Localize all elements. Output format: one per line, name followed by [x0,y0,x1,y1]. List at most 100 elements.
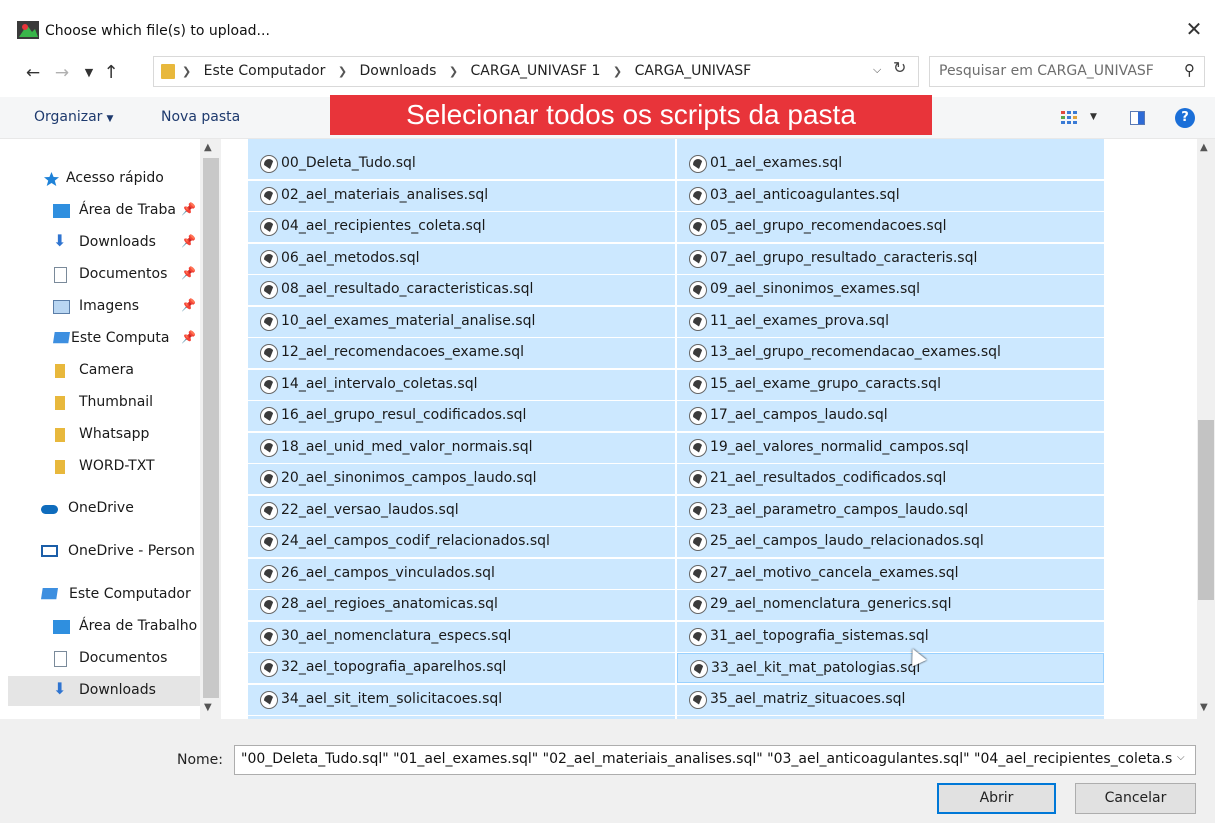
list-item[interactable]: 29_ael_nomenclatura_generics.sql [677,590,1104,620]
list-item[interactable]: 15_ael_exame_grupo_caracts.sql [677,369,1104,400]
cancel-button[interactable]: Cancelar [1075,783,1196,814]
list-item[interactable]: 02_ael_materiais_analises.sql [248,180,675,211]
list-item[interactable]: 33_ael_kit_mat_patologias.sql [677,653,1104,683]
scroll-up-icon[interactable]: ▲ [1200,142,1208,153]
sidebar-item-pictures[interactable]: Imagens 📌 [8,292,200,322]
list-item[interactable]: 27_ael_motivo_cancela_exames.sql [677,558,1104,589]
sql-file-icon [260,596,278,614]
list-item[interactable]: 03_ael_anticoagulantes.sql [677,180,1104,211]
search-input[interactable]: Pesquisar em CARGA_UNIVASF ⚲ [929,56,1205,87]
sidebar-item-whatsapp[interactable]: Whatsapp [8,420,200,450]
breadcrumb-item[interactable]: CARGA_UNIVASF [635,63,752,79]
desktop-icon [53,620,70,634]
sidebar-item-this-pc[interactable]: Este Computador [8,580,200,610]
sidebar-item-thumbnail[interactable]: Thumbnail [8,388,200,418]
sql-file-icon [689,407,707,425]
list-item[interactable]: 18_ael_unid_med_valor_normais.sql [248,432,675,463]
file-list-scrollbar-thumb[interactable] [1198,420,1214,600]
scroll-down-icon[interactable]: ▼ [204,702,212,713]
sidebar-item-label: Imagens [79,298,140,314]
scroll-down-icon[interactable]: ▼ [1200,702,1208,713]
list-item[interactable]: 24_ael_campos_codif_relacionados.sql [248,527,675,557]
list-item[interactable]: 25_ael_campos_laudo_relacionados.sql [677,527,1104,557]
sidebar-item-onedrive[interactable]: OneDrive [8,494,200,524]
organize-menu-button[interactable]: Organizar ▼ [34,109,113,125]
sidebar-item-word-txt[interactable]: WORD-TXT [8,452,200,482]
file-name: 18_ael_unid_med_valor_normais.sql [281,438,533,455]
sidebar-item-camera[interactable]: Camera [8,356,200,386]
address-bar[interactable]: ❯ Este Computador ❯ Downloads ❯ CARGA_UN… [153,56,919,87]
sidebar-item-documents-2[interactable]: Documentos [8,644,200,674]
preview-pane-icon[interactable] [1130,111,1145,125]
list-item[interactable]: 10_ael_exames_material_analise.sql [248,306,675,337]
close-icon[interactable]: ✕ [1183,18,1205,40]
pin-icon[interactable]: 📌 [181,202,196,216]
list-item[interactable]: 35_ael_matriz_situacoes.sql [677,684,1104,715]
sidebar-item-downloads[interactable]: ⬇ Downloads 📌 [8,228,200,258]
sidebar-item-quick-access[interactable]: Acesso rápido [8,164,200,194]
list-item[interactable]: 16_ael_grupo_resul_codificados.sql [248,401,675,431]
download-arrow-icon: ⬇ [53,231,67,250]
pin-icon[interactable]: 📌 [181,330,196,344]
forward-arrow-icon[interactable]: → [51,62,73,84]
list-item[interactable]: 04_ael_recipientes_coleta.sql [248,212,675,242]
list-item[interactable]: 01_ael_exames.sql [677,149,1104,179]
view-dropdown-caret-icon[interactable]: ▼ [1090,112,1097,122]
list-item[interactable]: 00_Deleta_Tudo.sql [248,149,675,179]
list-item[interactable]: 09_ael_sinonimos_exames.sql [677,275,1104,305]
list-item[interactable]: 14_ael_intervalo_coletas.sql [248,369,675,400]
list-item[interactable]: 11_ael_exames_prova.sql [677,306,1104,337]
breadcrumb-item[interactable]: CARGA_UNIVASF 1 [471,63,601,79]
file-name: 13_ael_grupo_recomendacao_exames.sql [710,344,1001,360]
sidebar-item-this-pc-pinned[interactable]: Este Computa 📌 [8,324,200,354]
sidebar-scrollbar-thumb[interactable] [203,158,219,698]
file-name: 20_ael_sinonimos_campos_laudo.sql [281,470,537,486]
sidebar-item-desktop[interactable]: Área de Traba 📌 [8,196,200,226]
search-icon[interactable]: ⚲ [1184,61,1195,79]
breadcrumb-item[interactable]: Este Computador [204,63,326,79]
list-item-partial [248,139,675,149]
list-item[interactable]: 34_ael_sit_item_solicitacoes.sql [248,684,675,715]
sidebar-item-onedrive-business[interactable]: OneDrive - Person [8,537,200,567]
computer-icon [41,588,58,600]
refresh-icon[interactable]: ↻ [893,58,906,77]
list-item[interactable]: 32_ael_topografia_aparelhos.sql [248,653,675,683]
pin-icon[interactable]: 📌 [181,266,196,280]
scroll-up-icon[interactable]: ▲ [204,142,212,153]
file-name-dropdown-chevron-icon[interactable]: ⌵ [1177,752,1185,763]
pin-icon[interactable]: 📌 [181,234,196,248]
sidebar-item-documents[interactable]: Documentos 📌 [8,260,200,290]
view-options-icon[interactable] [1061,111,1077,125]
file-name-input[interactable]: "00_Deleta_Tudo.sql" "01_ael_exames.sql"… [234,745,1196,775]
list-item[interactable]: 08_ael_resultado_caracteristicas.sql [248,275,675,305]
back-arrow-icon[interactable]: ← [22,62,44,84]
sidebar-item-downloads-2[interactable]: ⬇ Downloads [8,676,200,706]
list-item[interactable]: 31_ael_topografia_sistemas.sql [677,621,1104,652]
pin-icon[interactable]: 📌 [181,298,196,312]
list-item[interactable]: 20_ael_sinonimos_campos_laudo.sql [248,464,675,494]
sql-file-icon [689,344,707,362]
list-item[interactable]: 12_ael_recomendacoes_exame.sql [248,338,675,368]
help-icon[interactable]: ? [1175,108,1195,128]
list-item[interactable]: 28_ael_regioes_anatomicas.sql [248,590,675,620]
sidebar-item-desktop-2[interactable]: Área de Trabalho [8,612,200,642]
list-item[interactable]: 17_ael_campos_laudo.sql [677,401,1104,431]
new-folder-button[interactable]: Nova pasta [161,109,240,125]
breadcrumb-item[interactable]: Downloads [360,63,437,79]
list-item[interactable]: 06_ael_metodos.sql [248,243,675,274]
up-arrow-icon[interactable]: ↑ [100,62,122,84]
list-item[interactable]: 22_ael_versao_laudos.sql [248,495,675,526]
list-item[interactable]: 19_ael_valores_normalid_campos.sql [677,432,1104,463]
address-dropdown-chevron-icon[interactable]: ⌵ [873,63,881,77]
star-icon [44,172,59,186]
open-button[interactable]: Abrir [937,783,1056,814]
list-item[interactable]: 05_ael_grupo_recomendacoes.sql [677,212,1104,242]
list-item[interactable]: 23_ael_parametro_campos_laudo.sql [677,495,1104,526]
list-item[interactable]: 21_ael_resultados_codificados.sql [677,464,1104,494]
recent-locations-chevron-icon[interactable]: ▼ [78,62,100,84]
list-item[interactable]: 07_ael_grupo_resultado_caracteris.sql [677,243,1104,274]
list-item[interactable]: 30_ael_nomenclatura_especs.sql [248,621,675,652]
list-item[interactable]: 26_ael_campos_vinculados.sql [248,558,675,589]
list-item[interactable]: 13_ael_grupo_recomendacao_exames.sql [677,338,1104,368]
folder-icon [161,64,175,79]
